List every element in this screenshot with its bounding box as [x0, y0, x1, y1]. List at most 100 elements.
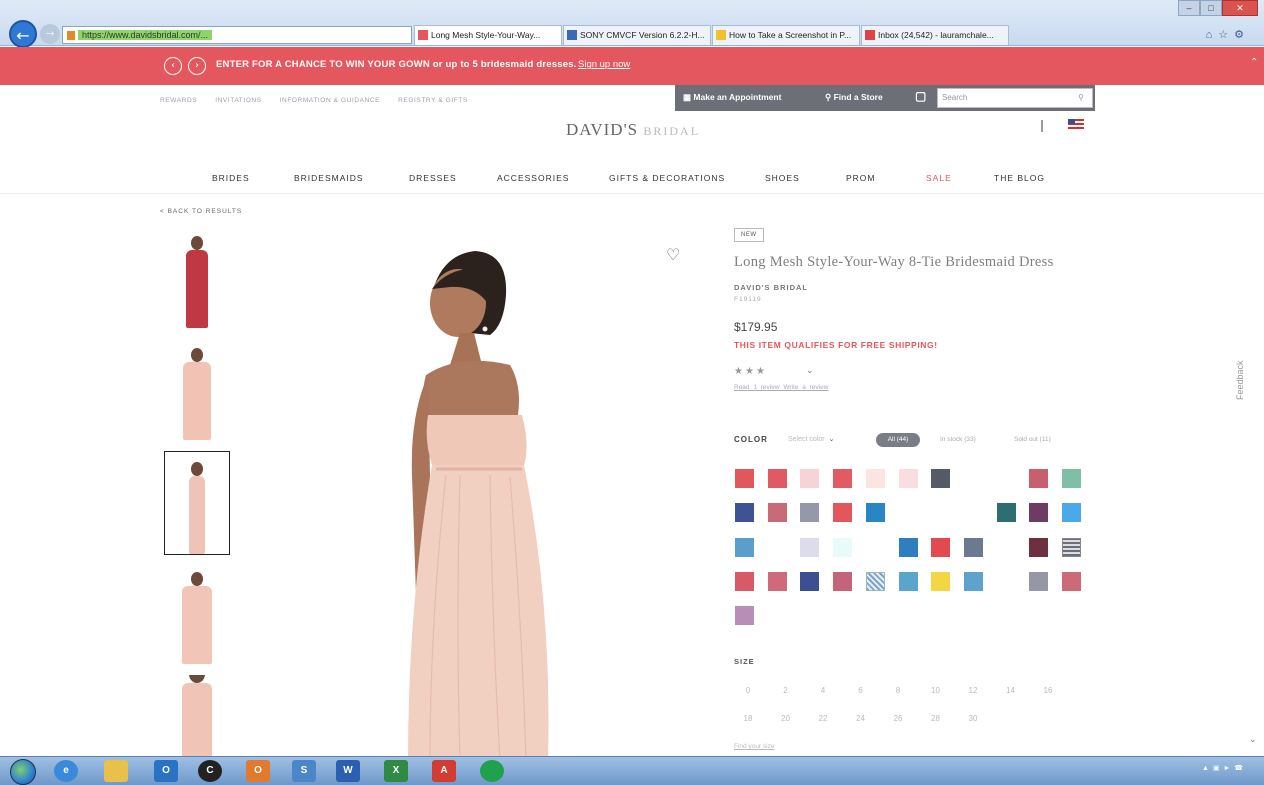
color-swatch[interactable] [767, 571, 787, 591]
search-input[interactable]: Search ⚲ [937, 88, 1093, 108]
size-option[interactable]: 18 [738, 714, 758, 723]
wishlist-heart-icon[interactable]: ♡ [666, 245, 680, 264]
us-flag-icon[interactable] [1068, 119, 1084, 129]
size-option[interactable]: 26 [888, 714, 908, 723]
promo-next-icon[interactable]: › [188, 57, 206, 75]
site-logo[interactable]: DAVID'S BRIDAL [566, 120, 700, 140]
utility-link[interactable]: Invitations [215, 97, 261, 104]
size-option[interactable]: 16 [1038, 686, 1058, 695]
nav-sale[interactable]: SALE [926, 173, 952, 183]
color-swatch[interactable] [735, 606, 754, 626]
nav-dresses[interactable]: DRESSES [409, 173, 457, 183]
nav-blog[interactable]: THE BLOG [994, 173, 1045, 183]
office-icon[interactable]: O [246, 760, 270, 782]
utility-link[interactable]: Rewards [160, 97, 197, 104]
feedback-tab[interactable]: Feedback [1235, 340, 1249, 410]
color-swatch[interactable] [735, 537, 754, 557]
color-swatch[interactable] [865, 537, 885, 557]
product-thumbnail[interactable] [164, 340, 230, 440]
browser-tab[interactable]: Inbox (24,542) - lauramchale... [861, 25, 1009, 45]
color-swatch[interactable] [1062, 469, 1081, 488]
color-swatch[interactable] [800, 537, 820, 557]
product-thumbnail[interactable] [164, 675, 230, 757]
color-swatch[interactable] [898, 537, 918, 557]
browser-back-button[interactable]: ← [9, 20, 37, 48]
browser-forward-button[interactable]: → [40, 24, 60, 44]
color-swatch[interactable] [800, 571, 820, 591]
size-option[interactable]: 24 [851, 714, 871, 723]
color-swatch[interactable] [1062, 503, 1081, 523]
filter-sold-out[interactable]: Sold out (11) [1014, 436, 1051, 443]
ie-icon[interactable]: e [54, 760, 78, 782]
utility-link[interactable]: Information & Guidance [280, 97, 380, 104]
color-swatch[interactable] [865, 469, 885, 488]
product-main-image[interactable] [260, 225, 690, 760]
size-option[interactable]: 2 [776, 686, 796, 695]
size-option[interactable]: 10 [926, 686, 946, 695]
color-swatch[interactable] [931, 537, 951, 557]
pdf-icon[interactable]: A [432, 760, 456, 782]
product-thumbnail-selected[interactable] [164, 451, 230, 555]
size-option[interactable]: 12 [963, 686, 983, 695]
color-swatch[interactable] [767, 537, 787, 557]
color-swatch[interactable] [996, 537, 1016, 557]
find-store-button[interactable]: ⚲ Find a Store [825, 92, 883, 103]
color-swatch[interactable] [865, 503, 885, 523]
product-thumbnail[interactable] [164, 564, 230, 664]
maximize-button[interactable]: □ [1200, 0, 1222, 16]
color-swatch[interactable] [1029, 571, 1049, 591]
color-swatch[interactable] [767, 503, 787, 523]
scroll-up-icon[interactable]: ⌃ [1250, 57, 1260, 68]
system-tray[interactable]: ▲ ▣ ► ☎ [1202, 764, 1244, 772]
color-select[interactable]: Select color ⌄ [788, 435, 834, 443]
color-swatch[interactable] [931, 469, 951, 488]
color-swatch[interactable] [735, 469, 754, 488]
nav-bridesmaids[interactable]: BRIDESMAIDS [294, 173, 364, 183]
search-icon[interactable]: ⚲ [1078, 89, 1084, 107]
review-links[interactable]: Read 1 review Write a review [734, 384, 828, 391]
back-to-results-link[interactable]: < BACK TO RESULTS [160, 208, 242, 215]
chrome-icon[interactable]: C [198, 760, 222, 782]
size-option[interactable]: 0 [738, 686, 758, 695]
chevron-down-icon[interactable]: ⌄ [806, 366, 814, 376]
color-swatch[interactable] [767, 469, 787, 488]
color-swatch[interactable] [833, 503, 853, 523]
size-option[interactable]: 22 [813, 714, 833, 723]
bag-icon[interactable]: ▢ [915, 89, 926, 103]
address-bar[interactable]: https://www.davidsbridal.com/... [62, 26, 412, 44]
nav-shoes[interactable]: SHOES [765, 173, 800, 183]
size-option[interactable]: 28 [926, 714, 946, 723]
start-button[interactable] [10, 759, 36, 785]
color-swatch[interactable] [735, 503, 754, 523]
color-swatch[interactable] [800, 469, 820, 488]
color-swatch[interactable] [865, 571, 885, 591]
color-swatch[interactable] [898, 571, 918, 591]
browser-toolbar-icons[interactable]: ⌂☆⚙ [1206, 28, 1250, 41]
size-option[interactable]: 8 [888, 686, 908, 695]
size-option[interactable]: 30 [963, 714, 983, 723]
promo-prev-icon[interactable]: ‹ [164, 57, 182, 75]
sony-app-icon[interactable]: S [292, 760, 316, 782]
color-swatch[interactable] [1029, 503, 1049, 523]
color-swatch[interactable] [898, 469, 918, 488]
color-swatch[interactable] [931, 571, 951, 591]
excel-icon[interactable]: X [384, 760, 408, 782]
nav-accessories[interactable]: ACCESSORIES [497, 173, 569, 183]
browser-tab[interactable]: Long Mesh Style-Your-Way... [414, 25, 562, 45]
size-option[interactable]: 14 [1001, 686, 1021, 695]
nav-prom[interactable]: PROM [846, 173, 876, 183]
color-swatch[interactable] [1062, 537, 1081, 557]
color-swatch[interactable] [833, 537, 853, 557]
word-icon[interactable]: W [336, 760, 360, 782]
nav-brides[interactable]: BRIDES [212, 173, 250, 183]
size-option[interactable]: 6 [851, 686, 871, 695]
color-swatch[interactable] [735, 571, 754, 591]
minimize-button[interactable]: – [1178, 0, 1200, 16]
color-swatch[interactable] [963, 537, 983, 557]
promo-signup-link[interactable]: Sign up now [578, 59, 630, 70]
size-guide-link[interactable]: Find your size [734, 743, 774, 750]
scroll-down-icon[interactable]: ⌄ [1249, 735, 1257, 745]
close-button[interactable]: ✕ [1222, 0, 1258, 16]
color-swatch[interactable] [996, 571, 1016, 591]
color-swatch[interactable] [963, 571, 983, 591]
